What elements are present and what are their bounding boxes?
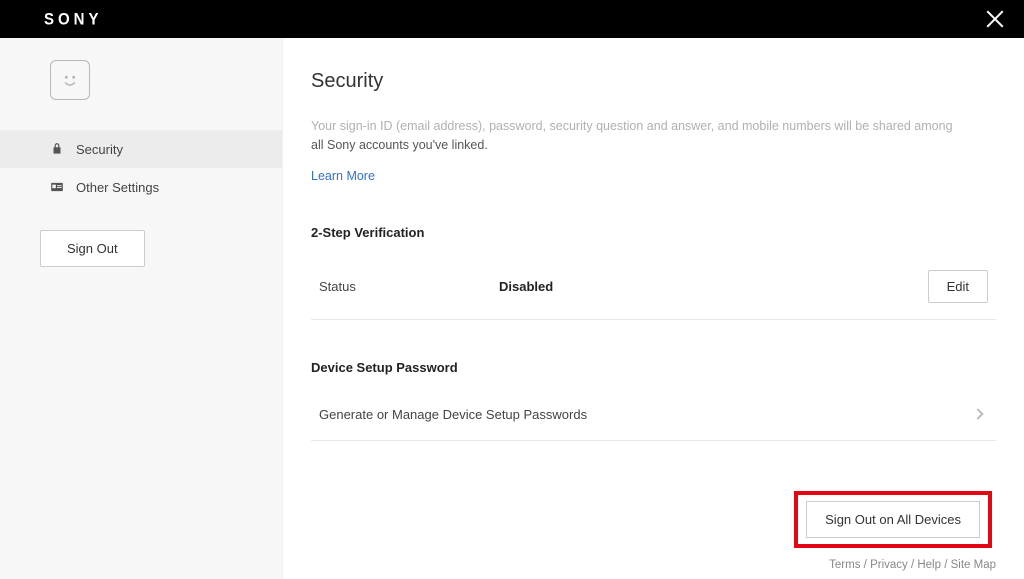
footer-sitemap-link[interactable]: Site Map xyxy=(951,559,996,571)
footer-terms-link[interactable]: Terms xyxy=(829,559,860,571)
sidebar-item-label: Other Settings xyxy=(76,180,159,195)
sidebar-item-other-settings[interactable]: Other Settings xyxy=(0,168,282,206)
id-card-icon xyxy=(50,180,66,194)
status-label: Status xyxy=(319,279,499,294)
footer-links: Terms / Privacy / Help / Site Map xyxy=(829,559,996,571)
status-value: Disabled xyxy=(499,279,928,294)
device-setup-row[interactable]: Generate or Manage Device Setup Password… xyxy=(311,389,996,441)
app-header: SONY xyxy=(0,0,1024,38)
lock-icon xyxy=(50,142,66,156)
chevron-right-icon xyxy=(972,408,983,419)
close-icon[interactable] xyxy=(986,10,1004,28)
sidebar: Security Other Settings Sign Out xyxy=(0,38,283,579)
avatar[interactable] xyxy=(50,60,90,100)
device-setup-label: Generate or Manage Device Setup Password… xyxy=(319,407,587,422)
highlight-box: Sign Out on All Devices xyxy=(794,491,992,548)
description-faded: Your sign-in ID (email address), passwor… xyxy=(311,117,996,136)
edit-button[interactable]: Edit xyxy=(928,270,988,303)
sidebar-item-label: Security xyxy=(76,142,123,157)
nav-list: Security Other Settings xyxy=(0,130,282,206)
brand-logo: SONY xyxy=(44,10,103,29)
sign-out-button[interactable]: Sign Out xyxy=(40,230,145,267)
sidebar-item-security[interactable]: Security xyxy=(0,130,282,168)
smiley-icon xyxy=(59,69,81,91)
learn-more-link[interactable]: Learn More xyxy=(311,169,375,183)
description-text: Your sign-in ID (email address), passwor… xyxy=(311,117,996,155)
section-heading-2sv: 2-Step Verification xyxy=(311,225,996,240)
main-content: Security Your sign-in ID (email address)… xyxy=(283,38,1024,579)
sign-out-all-devices-button[interactable]: Sign Out on All Devices xyxy=(806,501,980,538)
footer-privacy-link[interactable]: Privacy xyxy=(870,559,908,571)
page-title: Security xyxy=(311,70,996,93)
description-line: all Sony accounts you've linked. xyxy=(311,136,996,155)
footer-help-link[interactable]: Help xyxy=(917,559,941,571)
two-step-status-row: Status Disabled Edit xyxy=(311,254,996,320)
section-heading-device: Device Setup Password xyxy=(311,360,996,375)
